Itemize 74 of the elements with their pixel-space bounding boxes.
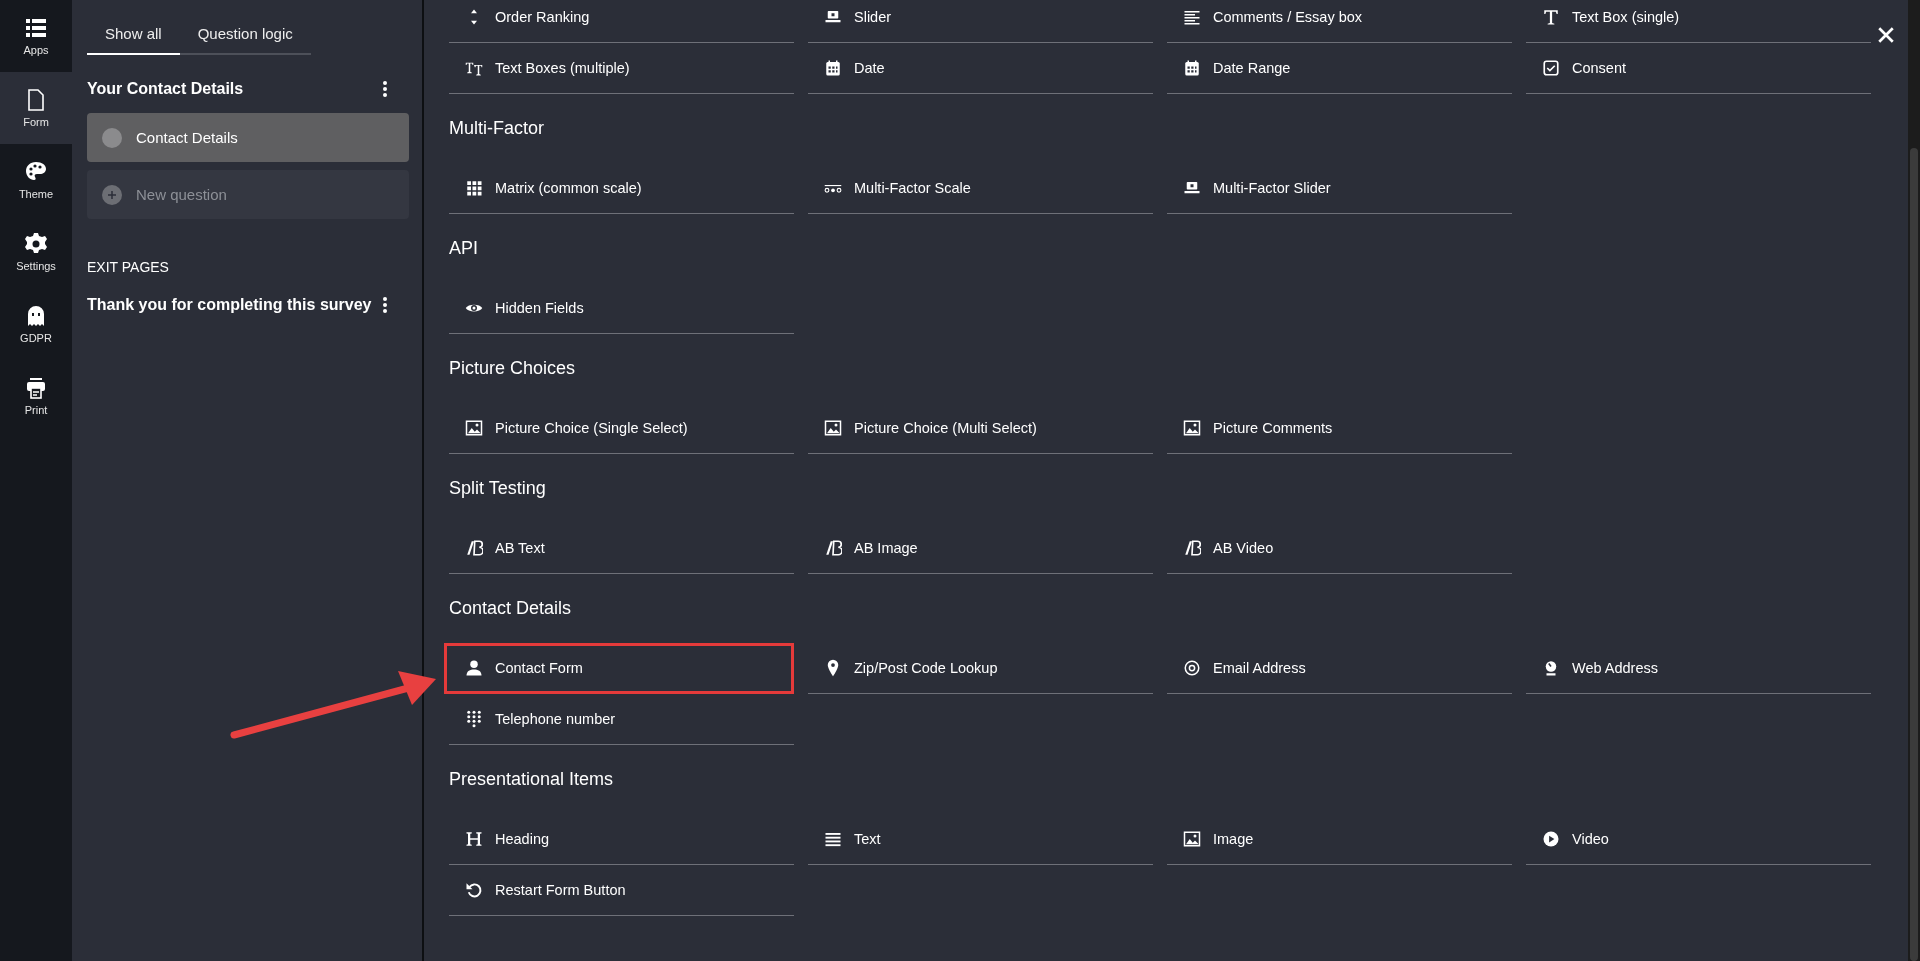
question-type-item[interactable]: Order Ranking (449, 0, 794, 43)
question-type-item[interactable]: Text (808, 814, 1153, 865)
question-type-item[interactable]: Restart Form Button (449, 865, 794, 916)
section-label: EXIT PAGES (87, 259, 170, 275)
question-type-item[interactable]: Picture Choice (Single Select) (449, 403, 794, 454)
question-type-item[interactable]: AB Image (808, 523, 1153, 574)
question-type-item[interactable]: Email Address (1167, 643, 1512, 694)
question-type-item[interactable]: Heading (449, 814, 794, 865)
restart-icon (465, 881, 483, 899)
person-icon (465, 659, 483, 677)
plus-icon (102, 184, 122, 205)
question-type-item[interactable]: Comments / Essay box (1167, 0, 1512, 43)
dialpad-icon (465, 710, 483, 728)
rail-item[interactable]: GDPR (0, 288, 72, 360)
section-heading: API (449, 237, 479, 260)
question-type-item[interactable]: Contact Form (444, 643, 794, 694)
tab[interactable]: Question logic (179, 12, 311, 55)
question-type-item[interactable]: Image (1167, 814, 1512, 865)
serif-t-icon (1542, 8, 1560, 26)
question-type-item[interactable]: Multi-Factor Slider (1167, 163, 1512, 214)
kebab-icon (383, 297, 387, 313)
serif-h-icon (465, 830, 483, 848)
rail-item[interactable]: Apps (0, 0, 72, 72)
image-icon (1183, 830, 1201, 848)
section-heading: Picture Choices (449, 357, 577, 380)
split-icon (465, 539, 483, 557)
list-icon (24, 16, 48, 40)
play-icon (1542, 830, 1560, 848)
question-item[interactable]: New question (87, 170, 409, 219)
question-type-item[interactable]: Telephone number (449, 694, 794, 745)
rail-item[interactable]: Form (0, 72, 72, 144)
image-icon (824, 419, 842, 437)
question-type-item[interactable]: Web Address (1526, 643, 1871, 694)
calendar-icon (1183, 59, 1201, 77)
section-heading: Split Testing (449, 477, 547, 500)
question-type-item[interactable]: Hidden Fields (449, 283, 794, 334)
scrollbar-thumb[interactable] (1910, 148, 1918, 961)
text-lines-icon (1183, 8, 1201, 26)
calendar-icon (824, 59, 842, 77)
section-heading: Multi-Factor (449, 117, 545, 140)
text-lines-icon (824, 830, 842, 848)
grid-icon (465, 179, 483, 197)
image-icon (465, 419, 483, 437)
question-type-item[interactable]: Picture Comments (1167, 403, 1512, 454)
question-type-item[interactable]: Text Boxes (multiple) (449, 43, 794, 94)
question-type-item[interactable]: Date Range (1167, 43, 1512, 94)
split-icon (1183, 539, 1201, 557)
section-heading: Contact Details (449, 597, 573, 620)
question-type-item[interactable]: AB Video (1167, 523, 1512, 574)
settings-icon (24, 232, 48, 256)
question-type-item[interactable]: Matrix (common scale) (449, 163, 794, 214)
question-type-item[interactable]: Date (808, 43, 1153, 94)
image-icon (1183, 419, 1201, 437)
tab[interactable]: Show all (87, 12, 180, 55)
question-type-item[interactable]: AB Text (449, 523, 794, 574)
question-type-item[interactable]: Video (1526, 814, 1871, 865)
section-heading: Presentational Items (449, 768, 615, 791)
question-type-item[interactable]: Text Box (single) (1526, 0, 1871, 43)
rail-item[interactable]: Print (0, 360, 72, 432)
printer-icon (24, 376, 48, 400)
question-type-item[interactable]: Slider (808, 0, 1153, 43)
question-item[interactable]: Contact Details (87, 113, 409, 162)
status-dot (102, 127, 122, 148)
question-type-item[interactable]: Consent (1526, 43, 1871, 94)
exit-page-title: Thank you for completing this survey (87, 296, 372, 314)
question-type-item[interactable]: Zip/Post Code Lookup (808, 643, 1153, 694)
rail-item[interactable]: Theme (0, 144, 72, 216)
question-type-item[interactable]: Multi-Factor Scale (808, 163, 1153, 214)
kebab-icon (383, 81, 387, 97)
split-icon (824, 539, 842, 557)
question-type-item[interactable]: Picture Choice (Multi Select) (808, 403, 1153, 454)
checkbox-icon (1542, 59, 1560, 77)
page-title: Your Contact Details (87, 80, 244, 98)
rail-item[interactable]: Settings (0, 216, 72, 288)
